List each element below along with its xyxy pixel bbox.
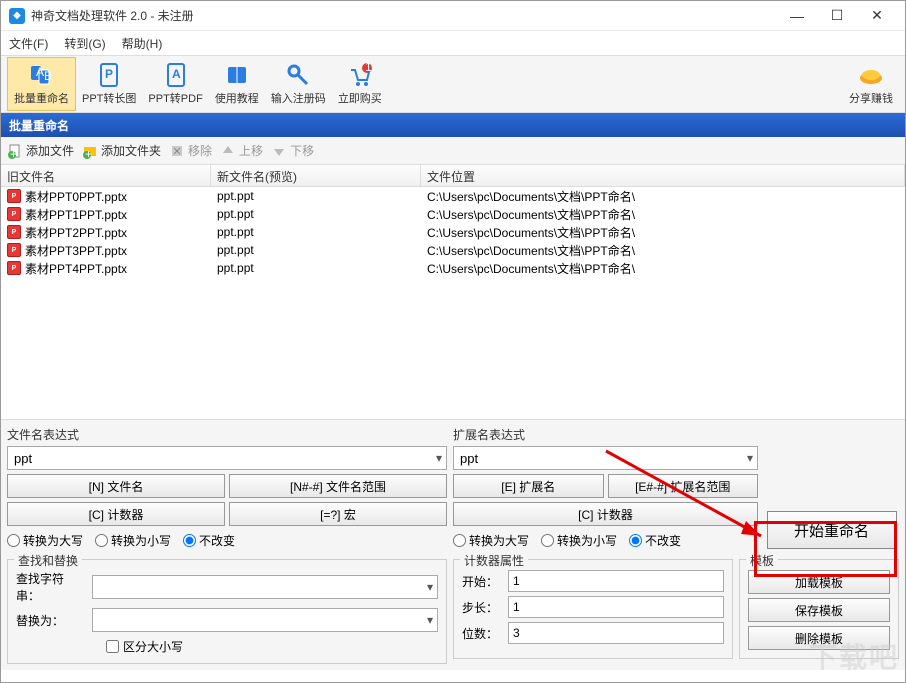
gold-icon [858,62,884,88]
counter-start-input[interactable] [508,570,724,592]
radio-fn-lower[interactable]: 转换为小写 [95,532,171,549]
menu-goto[interactable]: 转到(G) [64,35,105,52]
counter-step-input[interactable] [508,596,724,618]
counter-legend: 计数器属性 [460,552,528,569]
counter-digits-input[interactable] [508,622,724,644]
move-down-button[interactable]: 下移 [271,142,314,159]
case-checkbox[interactable] [106,640,119,653]
th-old[interactable]: 旧文件名 [1,165,211,186]
replace-label: 替换为： [16,612,86,629]
toolbar-buy[interactable]: 1 立即购买 [332,57,388,111]
delete-template-button[interactable]: 删除模板 [748,626,890,650]
rename-icon: AB [29,62,55,88]
cart-icon: 1 [347,62,373,88]
toolbar-rename[interactable]: AB 批量重命名 [7,57,76,111]
app-icon: ◆ [9,8,25,24]
ppt-file-icon: P [7,225,21,239]
up-icon [220,143,236,159]
toolbar-register[interactable]: 输入注册码 [265,57,332,111]
dropdown-icon: ▾ [427,580,433,594]
save-template-button[interactable]: 保存模板 [748,598,890,622]
dropdown-icon: ▾ [427,613,433,627]
add-file-icon: + [7,143,23,159]
find-input[interactable]: ▾ [92,575,438,599]
svg-text:+: + [10,147,17,159]
remove-button[interactable]: 移除 [169,142,212,159]
filename-expr-input[interactable]: ppt ▾ [7,446,447,470]
toolbar-share[interactable]: 分享赚钱 [843,57,899,111]
ext-expr-label: 扩展名表达式 [453,426,758,443]
add-folder-icon: + [82,143,98,159]
remove-icon [169,143,185,159]
menu-file[interactable]: 文件(F) [9,35,48,52]
btn-filename-range[interactable]: [N#-#] 文件名范围 [229,474,447,498]
svg-text:P: P [105,67,113,81]
replace-input[interactable]: ▾ [92,608,438,632]
table-row[interactable]: P素材PPT4PPT.pptx ppt.ppt C:\Users\pc\Docu… [1,259,905,277]
annotation-arrow [601,446,781,556]
menu-help[interactable]: 帮助(H) [122,35,163,52]
btn-filename-macro[interactable]: [=?] 宏 [229,502,447,526]
book-icon [224,62,250,88]
table-row[interactable]: P素材PPT0PPT.pptx ppt.ppt C:\Users\pc\Docu… [1,187,905,205]
close-button[interactable]: ✕ [857,2,897,30]
search-legend: 查找和替换 [14,552,82,569]
ppt-pdf-icon: A [163,62,189,88]
svg-text:A: A [172,67,181,81]
toolbar-ppt-long[interactable]: P PPT转长图 [76,57,142,111]
btn-ext-e[interactable]: [E] 扩展名 [453,474,604,498]
ppt-file-icon: P [7,261,21,275]
section-title: 批量重命名 [1,113,905,137]
svg-text:A: A [36,65,44,79]
table-row[interactable]: P素材PPT1PPT.pptx ppt.ppt C:\Users\pc\Docu… [1,205,905,223]
radio-ext-upper[interactable]: 转换为大写 [453,532,529,549]
svg-text:B: B [44,69,52,83]
radio-fn-upper[interactable]: 转换为大写 [7,532,83,549]
add-file-button[interactable]: + 添加文件 [7,142,74,159]
btn-filename-counter[interactable]: [C] 计数器 [7,502,225,526]
toolbar-ppt-pdf[interactable]: A PPT转PDF [142,57,208,111]
case-label: 区分大小写 [123,638,183,655]
table-row[interactable]: P素材PPT3PPT.pptx ppt.ppt C:\Users\pc\Docu… [1,241,905,259]
window-title: 神奇文档处理软件 2.0 - 未注册 [31,7,777,24]
add-folder-button[interactable]: + 添加文件夹 [82,142,161,159]
th-loc[interactable]: 文件位置 [421,165,905,186]
dropdown-icon: ▾ [436,451,442,465]
table-row[interactable]: P素材PPT2PPT.pptx ppt.ppt C:\Users\pc\Docu… [1,223,905,241]
move-up-button[interactable]: 上移 [220,142,263,159]
btn-filename-n[interactable]: [N] 文件名 [7,474,225,498]
minimize-button[interactable]: — [777,2,817,30]
down-icon [271,143,287,159]
toolbar-tutorial[interactable]: 使用教程 [209,57,265,111]
find-label: 查找字符串： [16,570,86,604]
radio-fn-none[interactable]: 不改变 [183,532,235,549]
svg-text:+: + [85,147,92,159]
maximize-button[interactable]: ☐ [817,2,857,30]
filename-expr-label: 文件名表达式 [7,426,447,443]
key-icon [285,62,311,88]
ppt-file-icon: P [7,207,21,221]
ppt-file-icon: P [7,189,21,203]
ppt-long-icon: P [96,62,122,88]
ppt-file-icon: P [7,243,21,257]
th-new[interactable]: 新文件名(预览) [211,165,421,186]
